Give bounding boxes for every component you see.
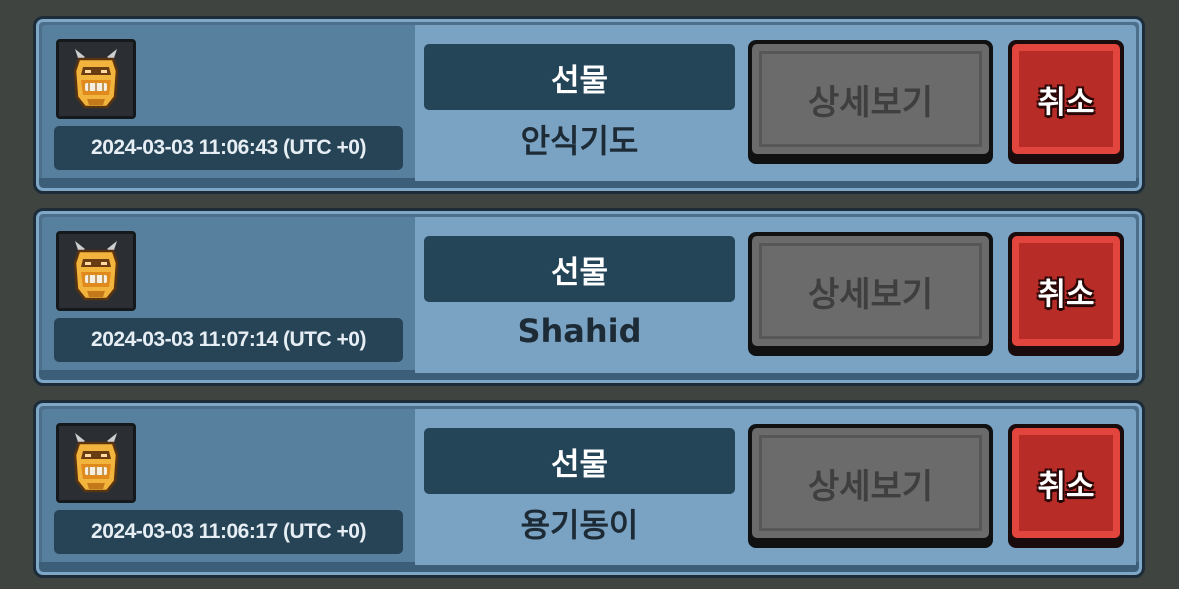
gift-list: 2024-03-03 11:06:43 (UTC +0) 선물 안식기도 상세보…	[0, 0, 1179, 589]
view-details-button-face: 상세보기	[752, 428, 989, 538]
character-avatar	[56, 231, 136, 311]
character-avatar	[56, 423, 136, 503]
view-details-label: 상세보기	[759, 435, 982, 531]
cancel-button[interactable]: 취소	[1008, 232, 1124, 356]
cancel-button-face: 취소	[1012, 428, 1120, 538]
view-details-button[interactable]: 상세보기	[748, 424, 993, 548]
character-avatar	[56, 39, 136, 119]
view-details-label: 상세보기	[759, 51, 982, 147]
request-type-label: 선물	[424, 44, 735, 110]
view-details-button[interactable]: 상세보기	[748, 40, 993, 164]
cancel-button-face: 취소	[1012, 236, 1120, 346]
player-name: Shahid	[517, 312, 642, 350]
view-details-button-face: 상세보기	[752, 236, 989, 346]
timestamp: 2024-03-03 11:06:43 (UTC +0)	[54, 126, 403, 170]
gift-entry-card: 2024-03-03 11:07:14 (UTC +0) 선물 Shahid 상…	[33, 208, 1145, 386]
cancel-label: 취소	[1019, 435, 1113, 531]
request-type-label: 선물	[424, 236, 735, 302]
gift-entry-card: 2024-03-03 11:06:17 (UTC +0) 선물 용기동이 상세보…	[33, 400, 1145, 578]
timestamp: 2024-03-03 11:06:17 (UTC +0)	[54, 510, 403, 554]
armored-warrior-helmet-icon	[73, 241, 119, 301]
view-details-label: 상세보기	[759, 243, 982, 339]
armored-warrior-helmet-icon	[73, 433, 119, 493]
cancel-button[interactable]: 취소	[1008, 424, 1124, 548]
armored-warrior-helmet-icon	[73, 49, 119, 109]
cancel-button[interactable]: 취소	[1008, 40, 1124, 164]
cancel-label: 취소	[1019, 243, 1113, 339]
request-type-label: 선물	[424, 428, 735, 494]
player-name: 안식기도	[520, 122, 639, 160]
cancel-label: 취소	[1019, 51, 1113, 147]
player-name: 용기동이	[520, 506, 639, 544]
view-details-button-face: 상세보기	[752, 44, 989, 154]
view-details-button[interactable]: 상세보기	[748, 232, 993, 356]
timestamp: 2024-03-03 11:07:14 (UTC +0)	[54, 318, 403, 362]
cancel-button-face: 취소	[1012, 44, 1120, 154]
gift-entry-card: 2024-03-03 11:06:43 (UTC +0) 선물 안식기도 상세보…	[33, 16, 1145, 194]
